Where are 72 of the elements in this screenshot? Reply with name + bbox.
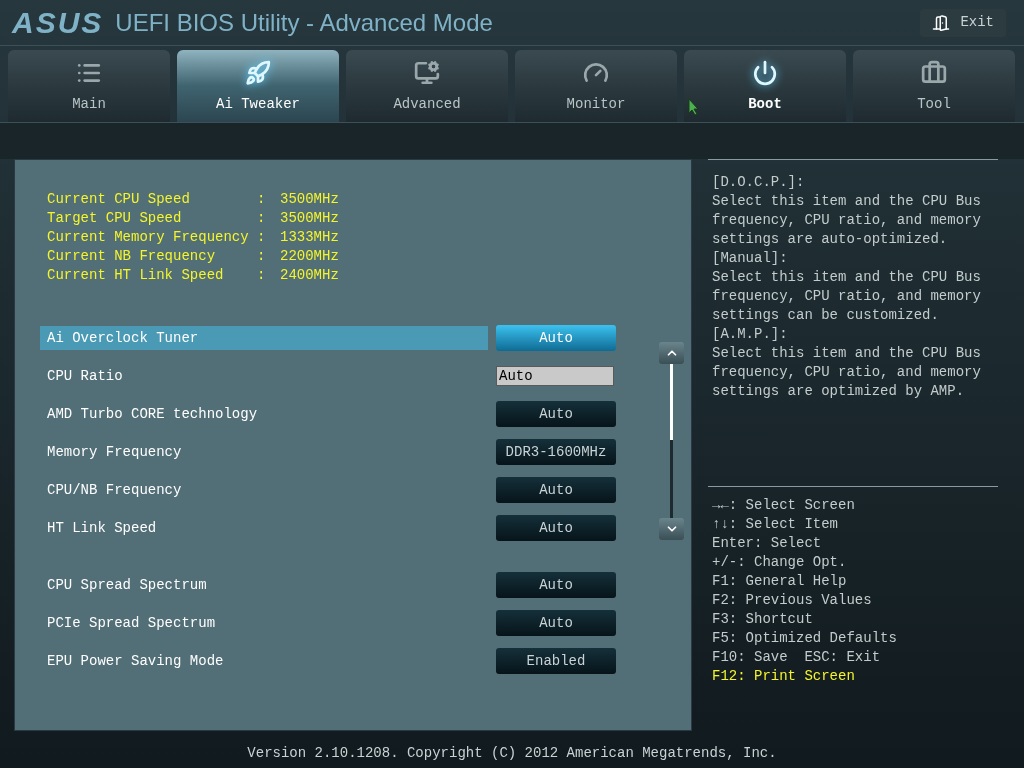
info-separator: : [257, 247, 267, 266]
window-title: UEFI BIOS Utility - Advanced Mode [115, 7, 493, 38]
info-separator: : [257, 266, 267, 285]
help-text: [D.O.C.P.]: [712, 173, 806, 191]
key-hint: F10: Save ESC: Exit [712, 648, 882, 666]
info-separator: : [257, 228, 267, 247]
setting-label[interactable]: Memory Frequency [40, 440, 488, 464]
key-hint: F2: Previous Values [712, 591, 873, 609]
info-separator: : [257, 209, 267, 228]
value-button[interactable]: DDR3-1600MHz [496, 439, 616, 465]
help-text: [A.M.P.]: [712, 325, 789, 343]
help-text: frequency, CPU ratio, and memory [712, 211, 982, 229]
key-hint: F3: Shortcut [712, 610, 814, 628]
value-button[interactable]: Enabled [496, 648, 616, 674]
tab[interactable]: Tool [853, 50, 1015, 122]
tab[interactable]: Main [8, 50, 170, 122]
exit-button[interactable]: Exit [920, 8, 1006, 37]
key-hint: Enter: Select [712, 534, 823, 552]
tab[interactable]: Monitor [515, 50, 677, 122]
scroll-up-button[interactable] [659, 342, 684, 364]
cursor-icon [688, 98, 700, 116]
scroll-thumb[interactable] [670, 364, 673, 440]
help-text: Select this item and the CPU Bus [712, 192, 982, 210]
info-label: Current Memory Frequency [47, 228, 250, 247]
scroll-down-button[interactable] [659, 518, 684, 540]
help-text: frequency, CPU ratio, and memory [712, 287, 982, 305]
key-hint: F12: Print Screen [712, 667, 856, 685]
info-value: 3500MHz [280, 209, 339, 228]
key-hint: +/-: Change Opt. [712, 553, 848, 571]
help-text: settings can be customized. [712, 306, 940, 324]
key-hint: →←: Select Screen [712, 496, 856, 514]
tab[interactable]: Advanced [346, 50, 508, 122]
info-label: Current CPU Speed [47, 190, 191, 209]
rocket-icon [245, 60, 271, 86]
setting-label[interactable]: CPU Spread Spectrum [40, 573, 488, 597]
key-hint: F5: Optimized Defaults [712, 629, 898, 647]
info-value: 1333MHz [280, 228, 339, 247]
setting-label[interactable]: CPU Ratio [40, 364, 488, 388]
value-button[interactable]: Auto [496, 572, 616, 598]
help-text: Select this item and the CPU Bus [712, 268, 982, 286]
setting-label[interactable]: CPU/NB Frequency [40, 478, 488, 502]
setting-label[interactable]: EPU Power Saving Mode [40, 649, 488, 673]
setting-label[interactable]: PCIe Spread Spectrum [40, 611, 488, 635]
monitor-icon [414, 60, 440, 86]
version-text: Version 2.10.1208. Copyright (C) 2012 American Megatrends, Inc. [247, 743, 777, 763]
help-text: [Manual]: [712, 249, 789, 267]
help-text: settings are optimized by AMP. [712, 382, 966, 400]
door-icon [932, 13, 951, 32]
setting-label[interactable]: AMD Turbo CORE technology [40, 402, 488, 426]
key-hint: ↑↓: Select Item [712, 515, 840, 533]
info-value: 3500MHz [280, 190, 339, 209]
tab[interactable]: Boot [684, 50, 846, 122]
power-icon [752, 60, 778, 86]
info-label: Target CPU Speed [47, 209, 183, 228]
info-value: 2200MHz [280, 247, 339, 266]
setting-label[interactable]: HT Link Speed [40, 516, 488, 540]
help-text: Select this item and the CPU Bus [712, 344, 982, 362]
logo: ASUS [12, 5, 104, 41]
info-label: Current HT Link Speed [47, 266, 225, 285]
value-button[interactable]: Auto [496, 515, 616, 541]
help-text: frequency, CPU ratio, and memory [712, 363, 982, 381]
value-button[interactable]: Auto [496, 477, 616, 503]
key-hint: F1: General Help [712, 572, 848, 590]
value-field[interactable]: Auto [496, 366, 614, 386]
info-label: Current NB Frequency [47, 247, 217, 266]
info-separator: : [257, 190, 267, 209]
tab[interactable]: Ai Tweaker [177, 50, 339, 122]
info-value: 2400MHz [280, 266, 339, 285]
briefcase-icon [921, 60, 947, 86]
value-button[interactable]: Auto [496, 401, 616, 427]
value-button[interactable]: Auto [496, 610, 616, 636]
help-text: settings are auto-optimized. [712, 230, 949, 248]
